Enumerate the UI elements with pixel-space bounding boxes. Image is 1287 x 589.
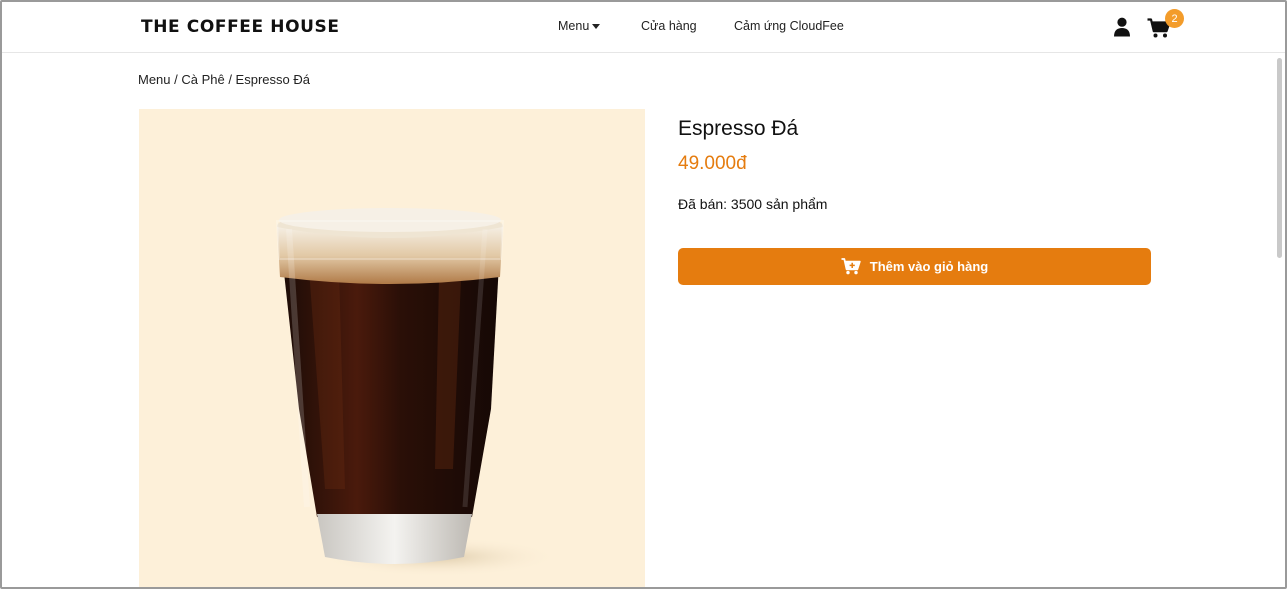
user-icon[interactable]: [1113, 17, 1131, 37]
cart-plus-icon: [841, 258, 861, 275]
product-title: Espresso Đá: [678, 117, 799, 140]
top-header: THE COFFEE HOUSE Menu Cửa hàng Cảm ứng C…: [2, 2, 1285, 53]
page-scrollbar[interactable]: [1277, 58, 1282, 258]
caret-down-icon: [592, 24, 601, 29]
nav-cloudfee[interactable]: Cảm ứng CloudFee: [734, 19, 844, 33]
nav-store[interactable]: Cửa hàng: [641, 19, 697, 33]
product-price: 49.000đ: [678, 153, 747, 174]
breadcrumb[interactable]: Menu / Cà Phê / Espresso Đá: [138, 72, 310, 87]
nav-menu-label: Menu: [558, 19, 590, 33]
iced-espresso-illustration: [275, 208, 559, 577]
nav-menu[interactable]: Menu: [558, 19, 601, 33]
add-to-cart-label: Thêm vào giỏ hàng: [869, 259, 989, 274]
add-to-cart-button[interactable]: Thêm vào giỏ hàng: [678, 248, 1151, 285]
brand-logo[interactable]: THE COFFEE HOUSE: [141, 17, 340, 37]
product-sold-count: Đã bán: 3500 sản phẩm: [678, 196, 828, 212]
app-window: THE COFFEE HOUSE Menu Cửa hàng Cảm ứng C…: [0, 0, 1287, 589]
cart-count-badge: 2: [1165, 9, 1184, 28]
product-image: [139, 109, 645, 587]
